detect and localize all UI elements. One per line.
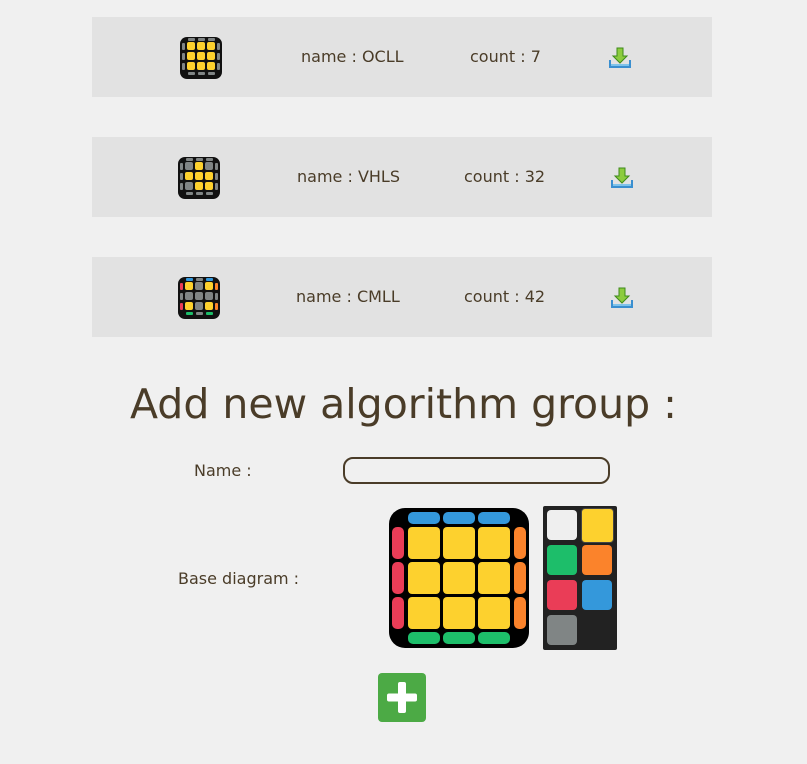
name-label: Name : bbox=[194, 461, 252, 480]
face-sticker[interactable] bbox=[443, 597, 475, 629]
face-sticker[interactable] bbox=[478, 562, 510, 594]
face-sticker[interactable] bbox=[478, 597, 510, 629]
vhls-cube-icon bbox=[178, 157, 220, 199]
top-edge-sticker[interactable] bbox=[478, 512, 510, 524]
top-edge-sticker[interactable] bbox=[443, 512, 475, 524]
bottom-edge-sticker[interactable] bbox=[443, 632, 475, 644]
color-swatch-gray[interactable] bbox=[547, 615, 577, 645]
page-title: Add new algorithm group : bbox=[129, 380, 677, 428]
color-swatch-white[interactable] bbox=[547, 510, 577, 540]
plus-icon bbox=[387, 682, 417, 713]
right-edge-sticker[interactable] bbox=[514, 527, 526, 559]
color-swatch-red[interactable] bbox=[547, 580, 577, 610]
group-count: count : 42 bbox=[464, 287, 546, 306]
color-swatch-blue[interactable] bbox=[582, 580, 612, 610]
download-icon[interactable] bbox=[609, 165, 635, 191]
top-edge-sticker[interactable] bbox=[408, 512, 440, 524]
face-sticker[interactable] bbox=[478, 527, 510, 559]
base-diagram-editor[interactable] bbox=[389, 508, 529, 648]
group-count: count : 32 bbox=[464, 167, 546, 186]
right-edge-sticker[interactable] bbox=[514, 562, 526, 594]
algorithm-group-row: name : OCLL count : 7 bbox=[92, 17, 712, 97]
bottom-edge-sticker[interactable] bbox=[478, 632, 510, 644]
color-palette bbox=[543, 506, 617, 650]
bottom-edge-sticker[interactable] bbox=[408, 632, 440, 644]
algorithm-group-row: name : VHLS count : 32 bbox=[92, 137, 712, 217]
download-icon[interactable] bbox=[609, 285, 635, 311]
group-name: name : VHLS bbox=[297, 167, 400, 186]
left-edge-sticker[interactable] bbox=[392, 562, 404, 594]
face-sticker[interactable] bbox=[408, 597, 440, 629]
face-sticker[interactable] bbox=[408, 527, 440, 559]
left-edge-sticker[interactable] bbox=[392, 527, 404, 559]
right-edge-sticker[interactable] bbox=[514, 597, 526, 629]
algorithm-group-row: name : CMLL count : 42 bbox=[92, 257, 712, 337]
base-diagram-label: Base diagram : bbox=[178, 569, 300, 588]
color-swatch-orange[interactable] bbox=[582, 545, 612, 575]
group-name: name : CMLL bbox=[296, 287, 400, 306]
color-swatch-green[interactable] bbox=[547, 545, 577, 575]
name-input[interactable] bbox=[343, 457, 610, 484]
face-sticker[interactable] bbox=[408, 562, 440, 594]
color-swatch-yellow[interactable] bbox=[581, 508, 614, 543]
ocll-cube-icon bbox=[180, 37, 222, 79]
left-edge-sticker[interactable] bbox=[392, 597, 404, 629]
add-group-button[interactable] bbox=[378, 673, 426, 722]
cmll-cube-icon bbox=[178, 277, 220, 319]
face-sticker[interactable] bbox=[443, 562, 475, 594]
face-sticker[interactable] bbox=[443, 527, 475, 559]
download-icon[interactable] bbox=[607, 45, 633, 71]
group-name: name : OCLL bbox=[301, 47, 404, 66]
group-count: count : 7 bbox=[470, 47, 541, 66]
